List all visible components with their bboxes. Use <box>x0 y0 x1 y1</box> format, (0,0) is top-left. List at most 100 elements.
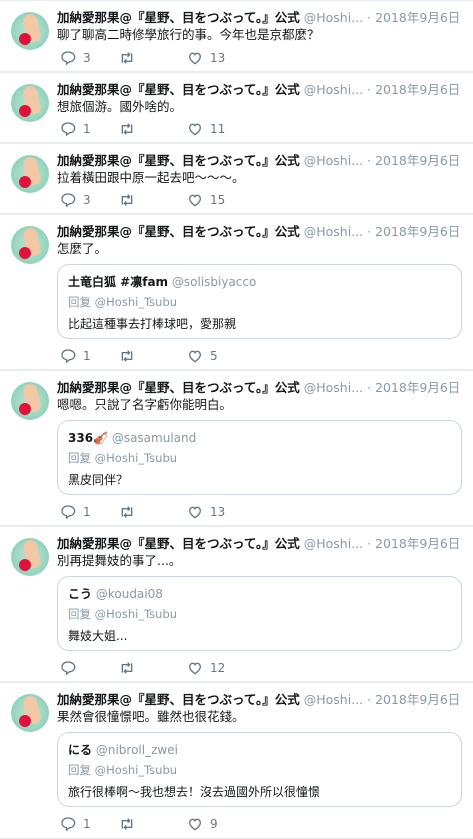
timestamp[interactable]: 2018年9月6日 <box>375 10 460 25</box>
heart-icon <box>188 662 202 675</box>
tweet[interactable]: 加納愛那果@『星野、目をつぶって。』公式 @Hoshi... · 2018年9月… <box>0 526 473 682</box>
reply-button[interactable]: 1 <box>60 503 91 521</box>
replying-to[interactable]: 回复 @Hoshi_Tsubu <box>68 450 177 466</box>
display-name[interactable]: 加納愛那果@『星野、目をつぶって。』公式 <box>57 380 300 395</box>
avatar[interactable] <box>11 226 49 264</box>
quoted-handle: @nibroll_zwei <box>95 743 178 757</box>
tweet-actions: 3 13 <box>57 49 297 67</box>
heart-icon <box>188 818 202 831</box>
like-button[interactable]: 13 <box>187 49 225 67</box>
timestamp[interactable]: 2018年9月6日 <box>375 692 460 707</box>
user-handle[interactable]: @Hoshi... <box>304 380 363 395</box>
user-handle[interactable]: @Hoshi... <box>304 536 363 551</box>
separator-dot: · <box>367 82 372 97</box>
tweet-text: 怎麼了。 <box>57 241 108 256</box>
like-button[interactable]: 15 <box>187 191 225 209</box>
tweet[interactable]: 加納愛那果@『星野、目をつぶって。』公式 @Hoshi... · 2018年9月… <box>0 143 473 214</box>
retweet-button[interactable] <box>119 347 142 365</box>
user-handle[interactable]: @Hoshi... <box>304 82 363 97</box>
tweet-actions: 1 13 <box>57 503 297 521</box>
like-button[interactable]: 5 <box>187 347 218 365</box>
like-button[interactable]: 9 <box>187 815 218 833</box>
retweet-button[interactable] <box>119 659 142 677</box>
like-button[interactable]: 13 <box>187 503 225 521</box>
like-count: 5 <box>210 349 218 363</box>
quoted-tweet[interactable]: 土竜白狐 #凛fam @solisbiyacco 回复 @Hoshi_Tsubu… <box>57 264 462 339</box>
tweet-actions: 12 <box>57 659 297 677</box>
quoted-tweet[interactable]: にる @nibroll_zwei 回复 @Hoshi_Tsubu 旅行很棒啊～我… <box>57 732 462 807</box>
separator-dot: · <box>367 10 372 25</box>
tweet[interactable]: 加納愛那果@『星野、目をつぶって。』公式 @Hoshi... · 2018年9月… <box>0 370 473 526</box>
reply-count: 3 <box>83 51 91 65</box>
quoted-display-name: こう <box>68 587 93 601</box>
avatar[interactable] <box>11 694 49 732</box>
user-handle[interactable]: @Hoshi... <box>304 224 363 239</box>
quoted-display-name: 土竜白狐 #凛fam <box>68 275 169 289</box>
like-button[interactable]: 12 <box>187 659 225 677</box>
display-name[interactable]: 加納愛那果@『星野、目をつぶって。』公式 <box>57 10 300 25</box>
replying-to[interactable]: 回复 @Hoshi_Tsubu <box>68 606 177 622</box>
display-name[interactable]: 加納愛那果@『星野、目をつぶって。』公式 <box>57 536 300 551</box>
retweet-icon <box>121 506 133 518</box>
replying-to[interactable]: 回复 @Hoshi_Tsubu <box>68 762 177 778</box>
quoted-header: にる @nibroll_zwei <box>68 741 178 759</box>
timestamp[interactable]: 2018年9月6日 <box>375 536 460 551</box>
tweet-header: 加納愛那果@『星野、目をつぶって。』公式 @Hoshi... · 2018年9月… <box>57 223 463 241</box>
reply-icon <box>61 661 76 676</box>
reply-button[interactable]: 1 <box>60 120 91 138</box>
reply-button[interactable]: 3 <box>60 49 91 67</box>
retweet-icon <box>121 52 133 64</box>
retweet-button[interactable] <box>119 503 142 521</box>
display-name[interactable]: 加納愛那果@『星野、目をつぶって。』公式 <box>57 153 300 168</box>
avatar[interactable] <box>11 382 49 420</box>
retweet-icon <box>121 350 133 362</box>
timestamp[interactable]: 2018年9月6日 <box>375 224 460 239</box>
quoted-handle: @sasamuland <box>111 431 197 445</box>
tweet[interactable]: 加納愛那果@『星野、目をつぶって。』公式 @Hoshi... · 2018年9月… <box>0 72 473 143</box>
tweet-header: 加納愛那果@『星野、目をつぶって。』公式 @Hoshi... · 2018年9月… <box>57 535 463 553</box>
display-name[interactable]: 加納愛那果@『星野、目をつぶって。』公式 <box>57 224 300 239</box>
reply-button[interactable]: 1 <box>60 815 91 833</box>
separator-dot: · <box>367 692 372 707</box>
quoted-text: 黑皮同伴？ <box>68 473 129 487</box>
quoted-display-name: 336🎻 <box>68 431 108 445</box>
display-name[interactable]: 加納愛那果@『星野、目をつぶって。』公式 <box>57 692 300 707</box>
separator-dot: · <box>367 224 372 239</box>
tweet-actions: 1 9 <box>57 815 297 833</box>
reply-button[interactable]: 3 <box>60 191 91 209</box>
reply-button[interactable]: 1 <box>60 347 91 365</box>
avatar[interactable] <box>11 155 49 193</box>
heart-icon <box>188 194 202 207</box>
avatar[interactable] <box>11 84 49 122</box>
timeline: 加納愛那果@『星野、目をつぶって。』公式 @Hoshi... · 2018年9月… <box>0 0 473 839</box>
retweet-button[interactable] <box>119 49 142 67</box>
tweet-header: 加納愛那果@『星野、目をつぶって。』公式 @Hoshi... · 2018年9月… <box>57 379 463 397</box>
separator-dot: · <box>367 536 372 551</box>
tweet[interactable]: 加納愛那果@『星野、目をつぶって。』公式 @Hoshi... · 2018年9月… <box>0 682 473 839</box>
like-button[interactable]: 11 <box>187 120 225 138</box>
quoted-tweet[interactable]: 336🎻 @sasamuland 回复 @Hoshi_Tsubu 黑皮同伴？ <box>57 420 462 495</box>
user-handle[interactable]: @Hoshi... <box>304 692 363 707</box>
timestamp[interactable]: 2018年9月6日 <box>375 153 460 168</box>
separator-dot: · <box>367 153 372 168</box>
user-handle[interactable]: @Hoshi... <box>304 10 363 25</box>
display-name[interactable]: 加納愛那果@『星野、目をつぶって。』公式 <box>57 82 300 97</box>
quoted-tweet[interactable]: こう @koudai08 回复 @Hoshi_Tsubu 舞妓大姐... <box>57 576 462 651</box>
retweet-icon <box>121 123 133 135</box>
retweet-button[interactable] <box>119 815 142 833</box>
tweet[interactable]: 加納愛那果@『星野、目をつぶって。』公式 @Hoshi... · 2018年9月… <box>0 0 473 72</box>
timestamp[interactable]: 2018年9月6日 <box>375 380 460 395</box>
retweet-icon <box>121 818 133 830</box>
avatar[interactable] <box>11 12 49 50</box>
reply-icon <box>61 193 76 208</box>
user-handle[interactable]: @Hoshi... <box>304 153 363 168</box>
avatar[interactable] <box>11 538 49 576</box>
like-count: 9 <box>210 817 218 831</box>
timestamp[interactable]: 2018年9月6日 <box>375 82 460 97</box>
reply-button[interactable] <box>60 659 83 677</box>
replying-to[interactable]: 回复 @Hoshi_Tsubu <box>68 294 177 310</box>
heart-icon <box>188 123 202 136</box>
retweet-button[interactable] <box>119 120 142 138</box>
tweet[interactable]: 加納愛那果@『星野、目をつぶって。』公式 @Hoshi... · 2018年9月… <box>0 214 473 370</box>
retweet-button[interactable] <box>119 191 142 209</box>
